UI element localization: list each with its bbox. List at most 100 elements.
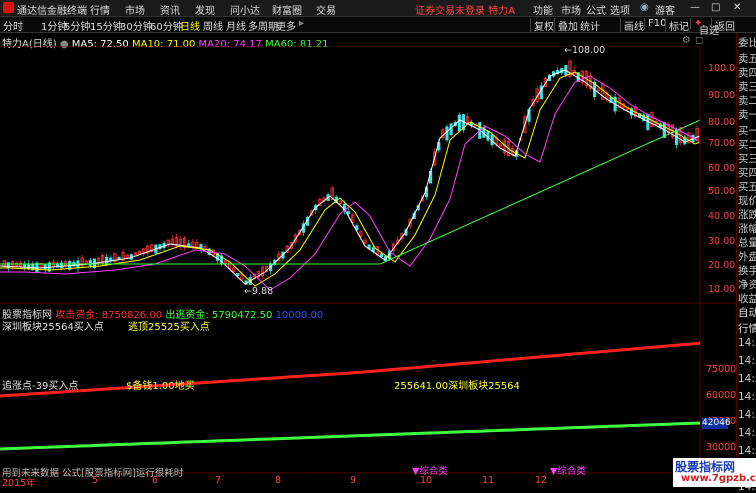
user-icon[interactable]: ◉ xyxy=(640,2,649,13)
quote-field-label: 卖三 xyxy=(738,81,756,93)
quote-field-label: 买三 xyxy=(738,153,756,165)
price-tick: 100.0 xyxy=(708,63,736,74)
x-tick: 7 xyxy=(215,475,222,486)
watermark: 股票指标网 www.7gpzb.com xyxy=(673,458,756,487)
menu-ask-xiaoda[interactable]: 问小达 xyxy=(230,2,260,17)
price-tick: 30.00 xyxy=(708,236,736,247)
quote-field-label: 卖一 xyxy=(738,109,756,121)
quote-field-label: 涨幅 xyxy=(738,223,756,235)
current-indicator-value: 42046 xyxy=(702,418,731,429)
low-price-label: ←9.88 xyxy=(244,286,274,297)
quote-field-label: 净资 xyxy=(738,279,756,291)
ma60-line xyxy=(0,119,701,265)
menu-wealth-circle[interactable]: 财富圈 xyxy=(272,2,302,17)
quote-field-label: 换手 xyxy=(738,265,756,277)
quote-field-label: 卖二 xyxy=(738,95,756,107)
f10-button[interactable]: F10 xyxy=(644,18,666,29)
tf-30min[interactable]: 30分钟 xyxy=(120,18,153,33)
app-title: 通达信金融终端 xyxy=(17,6,87,17)
quote-field-label: 涨跌 xyxy=(738,209,756,221)
more-dropdown-icon[interactable]: ▸ xyxy=(299,18,304,29)
x-tick: 6 xyxy=(152,475,159,486)
high-price-label: ←108.00 xyxy=(564,45,606,56)
statistics-button[interactable]: 统计 xyxy=(580,18,600,33)
tf-5min[interactable]: 5分钟 xyxy=(64,18,90,33)
quote-field-label: 14:5 xyxy=(738,427,756,439)
menu-discover[interactable]: 发现 xyxy=(195,2,215,17)
quote-field-label: 14:5 xyxy=(738,409,756,421)
price-tick: 70.00 xyxy=(708,138,736,149)
tf-daily[interactable]: 日线 xyxy=(180,18,200,33)
x-tick: 12 xyxy=(535,475,548,486)
indicator-annotation: $备钱1.00地买 xyxy=(126,381,195,392)
menu-market[interactable]: 市场 xyxy=(125,2,145,17)
quote-field-label: 14:5 xyxy=(738,337,756,349)
quote-field-label: 收益 xyxy=(738,293,756,305)
quote-field-label: 现价 xyxy=(738,195,756,207)
watermark-url: www.7gpzb.com xyxy=(681,473,756,484)
menu-market-right[interactable]: 市场 xyxy=(561,2,581,17)
menu-quotes[interactable]: 行情 xyxy=(90,2,110,17)
menu-options[interactable]: 选项 xyxy=(610,2,630,17)
escape-fund-line xyxy=(0,421,701,451)
quote-field-label: 14:5 xyxy=(738,445,756,457)
minimize-icon[interactable]: — xyxy=(690,2,700,13)
quote-field-label: 行情 xyxy=(738,323,756,335)
indicator-annotation: 深圳板块25564买入点 xyxy=(2,322,104,333)
menu-trade[interactable]: 交易 xyxy=(316,2,336,17)
tf-intraday[interactable]: 分时 xyxy=(3,18,23,33)
tf-60min[interactable]: 60分钟 xyxy=(150,18,183,33)
restore-rights-button[interactable]: 复权 xyxy=(530,18,554,33)
ma10-line xyxy=(0,71,701,287)
quote-field-label: 买一 xyxy=(738,125,756,137)
indicator-tick: 30000 xyxy=(706,442,737,453)
price-tick: 20.00 xyxy=(708,260,736,271)
quote-field-label: 委比 xyxy=(738,37,756,49)
quote-field-label: 14:5 xyxy=(738,391,756,403)
quote-field-label: 外盘 xyxy=(738,251,756,263)
quote-field-label: 卖五 xyxy=(738,53,756,65)
tf-more[interactable]: 更多 xyxy=(276,18,296,33)
ma-lines xyxy=(0,69,701,291)
draw-line-button[interactable]: 画线 xyxy=(620,18,644,33)
price-tick: 40.00 xyxy=(708,211,736,222)
x-tick: 5 xyxy=(92,475,99,486)
menu-bar: 通达信金融终端 行情 市场 资讯 发现 问小达 财富圈 交易 证券交易未登录 特… xyxy=(0,0,756,17)
quote-field-label: 买五 xyxy=(738,181,756,193)
price-tick: 80.00 xyxy=(708,117,736,128)
candlestick-chart[interactable] xyxy=(0,46,736,486)
x-tick: 11 xyxy=(482,475,495,486)
tf-monthly[interactable]: 月线 xyxy=(226,18,246,33)
quote-field-label: 14:5 xyxy=(738,355,756,367)
menu-function[interactable]: 功能 xyxy=(533,2,553,17)
add-watchlist-button[interactable]: 自选 xyxy=(699,22,719,37)
login-alert[interactable]: 证券交易未登录 特力A xyxy=(415,2,515,17)
mark-button[interactable]: 标记 xyxy=(665,18,689,33)
maximize-icon[interactable]: □ xyxy=(711,2,720,13)
x-tick: 8 xyxy=(275,475,282,486)
tf-multi-period[interactable]: 多周期 xyxy=(248,18,278,33)
app-logo-icon xyxy=(3,2,14,13)
candle-group xyxy=(2,59,699,285)
quote-field-label: 自动 xyxy=(738,307,756,319)
price-tick: 10.00 xyxy=(708,284,736,295)
tf-15min[interactable]: 15分钟 xyxy=(90,18,123,33)
quote-field-label: 卖四 xyxy=(738,67,756,79)
indicator-annotation: 255641.00深圳板块25564 xyxy=(394,381,520,392)
quote-field-label: 买二 xyxy=(738,139,756,151)
menu-news[interactable]: 资讯 xyxy=(160,2,180,17)
timeframe-toolbar: 分时 1分钟 5分钟 15分钟 30分钟 60分钟 日线 周线 月线 多周期 更… xyxy=(0,17,756,33)
guest-label[interactable]: 游客 xyxy=(655,2,675,17)
settings-icon[interactable]: ⚙ xyxy=(682,35,691,46)
ma20-line xyxy=(0,75,701,291)
close-icon[interactable]: ✕ xyxy=(733,2,741,13)
category-tag[interactable]: ▼综合类 xyxy=(550,463,586,477)
indicator-tick: 75000 xyxy=(706,364,737,375)
menu-formula[interactable]: 公式 xyxy=(586,2,606,17)
tf-weekly[interactable]: 周线 xyxy=(203,18,223,33)
indicator-value3: 10000.00 xyxy=(275,310,324,321)
price-tick: 50.00 xyxy=(708,186,736,197)
attack-fund-line xyxy=(0,341,701,398)
overlay-button[interactable]: 叠加 xyxy=(554,18,578,33)
x-tick: 10 xyxy=(420,475,433,486)
